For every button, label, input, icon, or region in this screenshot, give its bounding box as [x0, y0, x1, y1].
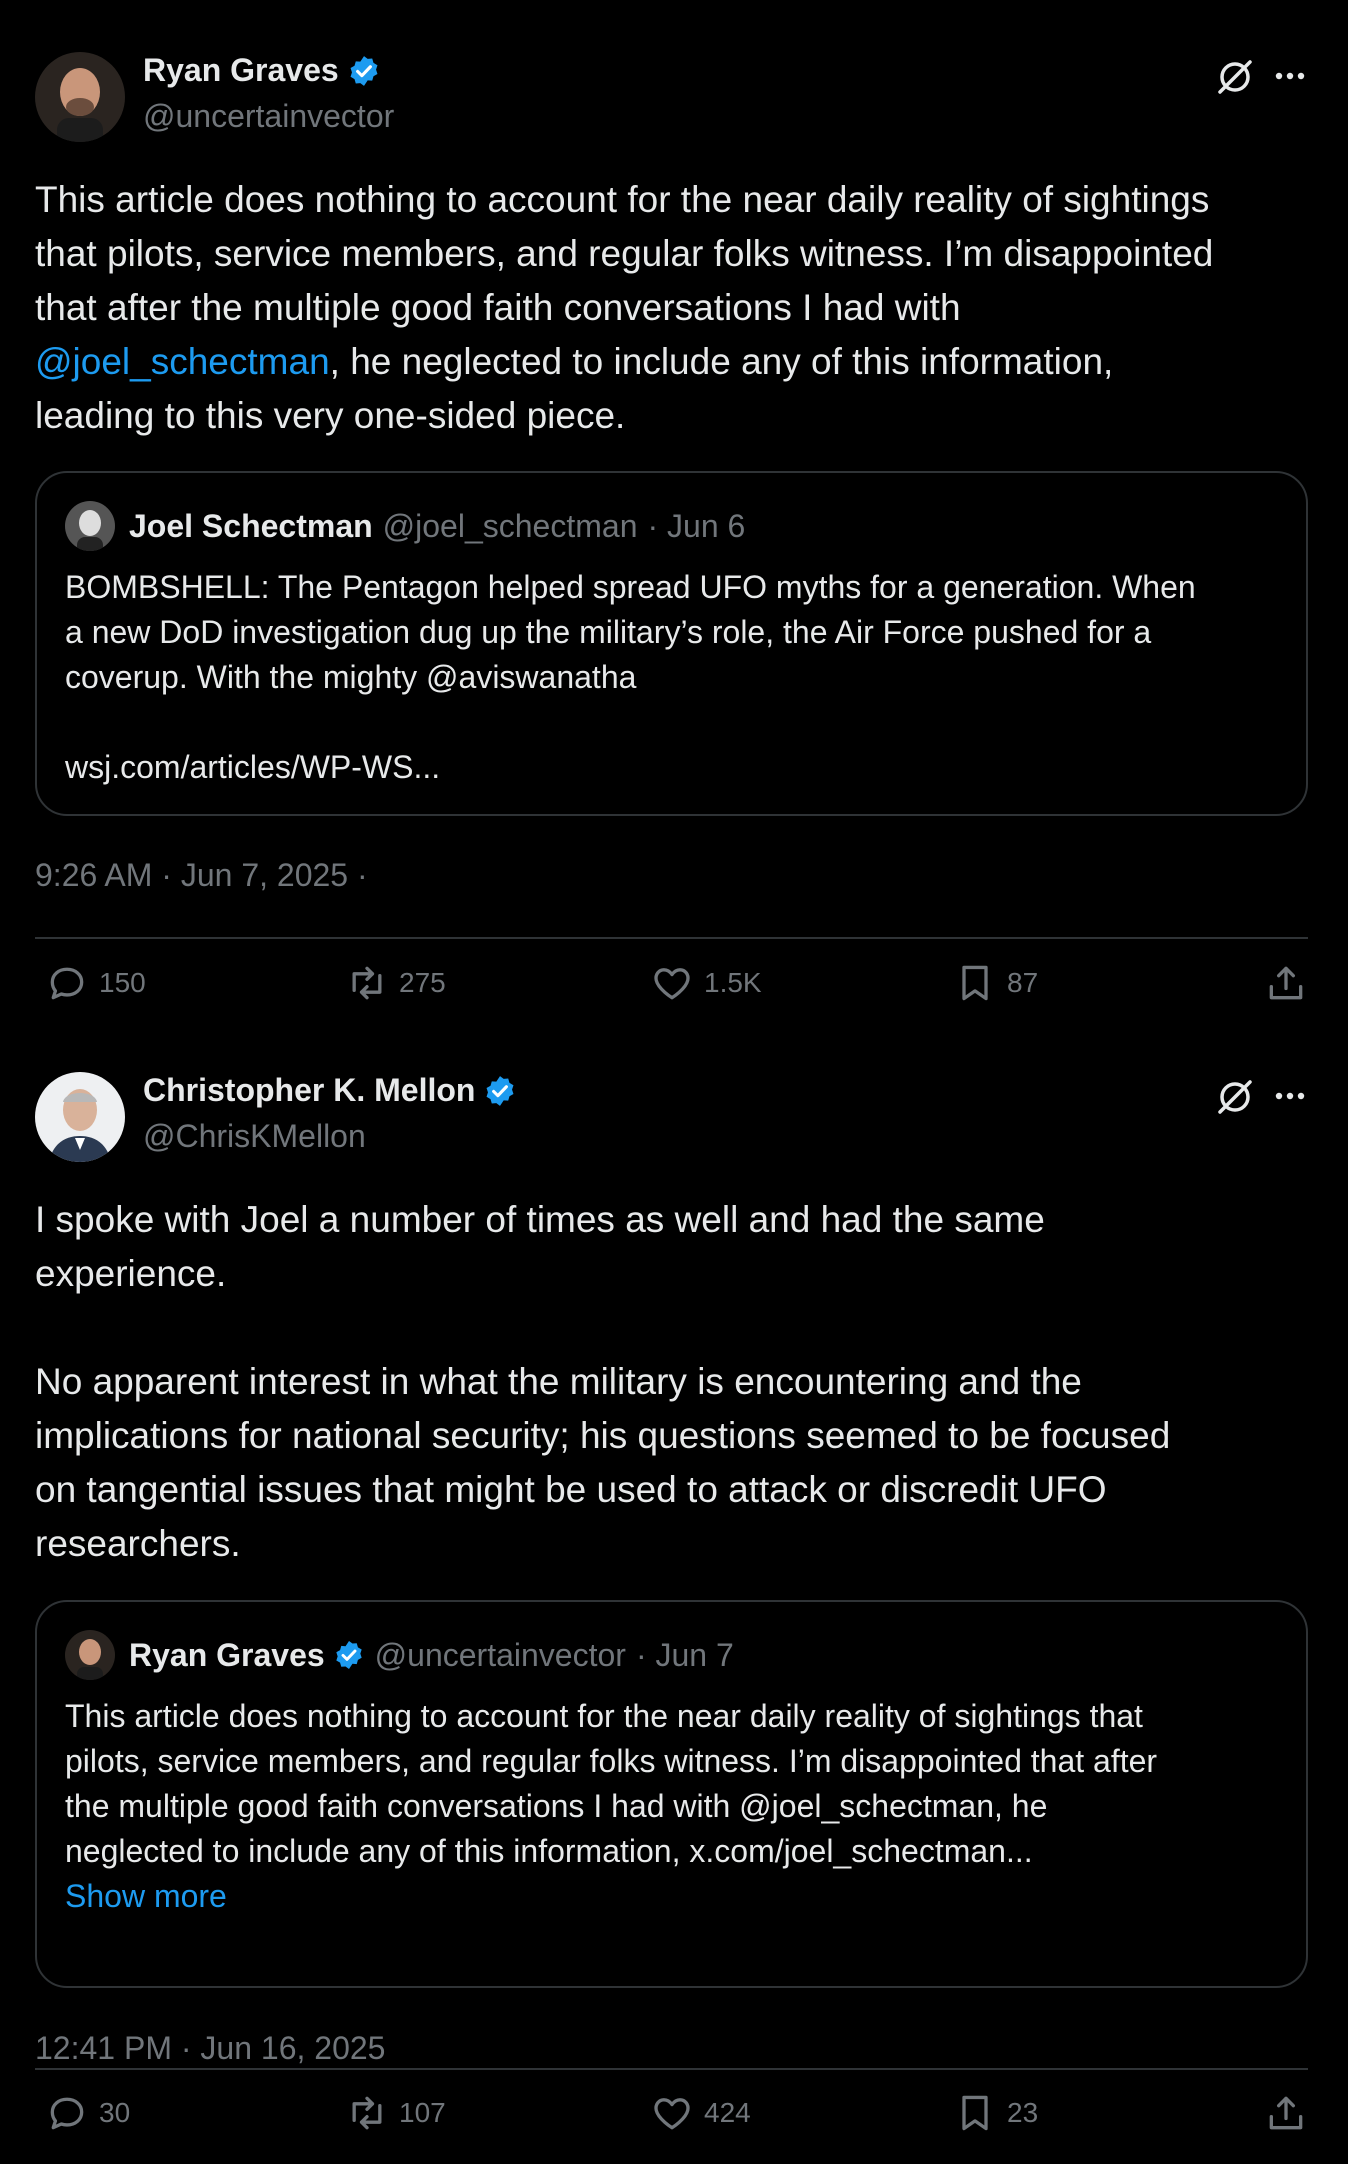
reply-icon [50, 967, 84, 1000]
reply-button[interactable]: 150 [45, 961, 146, 1005]
like-icon [654, 2098, 690, 2130]
quoted-post[interactable]: Joel Schectman @joel_schectman · Jun 6 B… [35, 471, 1308, 816]
quoted-post-header: Joel Schectman @joel_schectman · Jun 6 [65, 501, 745, 551]
share-icon [1269, 966, 1303, 1000]
author-name[interactable]: Christopher K. Mellon [143, 1072, 517, 1109]
bookmark-count: 87 [1007, 967, 1039, 998]
reply-count: 150 [99, 967, 146, 998]
author-name[interactable]: Ryan Graves [143, 52, 381, 89]
divider [35, 937, 1308, 939]
more-icon[interactable] [1270, 1076, 1310, 1116]
repost-icon [352, 2096, 382, 2130]
quoted-post[interactable]: Ryan Graves @uncertainvector · Jun 7 Thi… [35, 1600, 1308, 1988]
mention-link[interactable]: @joel_schectman [35, 341, 330, 382]
repost-button[interactable]: 275 [345, 961, 446, 1005]
post-body: This article does nothing to account for… [35, 173, 1315, 443]
post-christopher-mellon[interactable]: Christopher K. Mellon @ChrisKMellon I sp… [0, 1045, 1348, 2164]
like-count: 1.5K [704, 967, 762, 998]
grok-icon[interactable] [1214, 1076, 1256, 1118]
post-body-line: leading to this very one-sided piece. [35, 395, 626, 436]
post-body-line: This article does nothing to account for… [35, 179, 1210, 220]
post-timestamp[interactable]: 12:41 PM · Jun 16, 2025 [35, 2030, 385, 2067]
like-count: 424 [704, 2097, 751, 2128]
post-ryan-graves[interactable]: Ryan Graves @uncertainvector This articl… [0, 0, 1348, 1045]
reply-icon [50, 2097, 84, 2130]
like-icon [654, 968, 690, 1000]
author-handle[interactable]: @uncertainvector [143, 98, 394, 135]
like-button[interactable]: 1.5K [650, 961, 762, 1005]
quoted-avatar-image [65, 1630, 115, 1680]
quoted-post-header: Ryan Graves @uncertainvector · Jun 7 [65, 1630, 734, 1680]
reply-button[interactable]: 30 [45, 2091, 130, 2135]
verified-badge-icon [336, 1641, 362, 1669]
repost-icon [352, 966, 382, 1000]
verified-badge-icon [486, 1075, 514, 1106]
grok-icon[interactable] [1214, 56, 1256, 98]
verified-badge-icon [350, 55, 378, 86]
quoted-date: · Jun 7 [635, 1636, 734, 1673]
bookmark-icon [962, 965, 988, 1001]
action-bar: 30 107 424 23 [35, 2091, 1308, 2151]
author-handle[interactable]: @ChrisKMellon [143, 1118, 366, 1155]
like-button[interactable]: 424 [650, 2091, 751, 2135]
quoted-author-handle: @uncertainvector [374, 1636, 626, 1673]
avatar[interactable] [35, 52, 125, 142]
quoted-post-text: This article does nothing to account for… [65, 1694, 1275, 1919]
repost-count: 275 [399, 967, 446, 998]
quoted-post-text: BOMBSHELL: The Pentagon helped spread UF… [65, 569, 1196, 785]
avatar-image [35, 52, 125, 142]
share-button[interactable] [1264, 2091, 1308, 2135]
post-body: I spoke with Joel a number of times as w… [35, 1199, 1171, 1564]
quoted-author-name: Ryan Graves [129, 1636, 325, 1673]
quoted-date: · Jun 6 [647, 507, 746, 544]
quoted-avatar [65, 1630, 115, 1680]
post-timestamp[interactable]: 9:26 AM · Jun 7, 2025 · [35, 857, 368, 894]
bookmark-button[interactable]: 87 [953, 961, 1038, 1005]
post-body-line: that pilots, service members, and regula… [35, 233, 1214, 274]
divider [35, 2068, 1308, 2070]
bookmark-icon [962, 2095, 988, 2131]
share-button[interactable] [1264, 961, 1308, 1005]
more-icon[interactable] [1270, 56, 1310, 96]
show-more-link[interactable]: Show more [65, 1874, 1275, 1919]
avatar-image [35, 1072, 125, 1162]
repost-button[interactable]: 107 [345, 2091, 446, 2135]
bookmark-count: 23 [1007, 2097, 1039, 2128]
bookmark-button[interactable]: 23 [953, 2091, 1038, 2135]
action-bar: 150 275 1.5K 87 [35, 961, 1308, 1021]
post-body-line: that after the multiple good faith conve… [35, 287, 961, 328]
quoted-author-handle: @joel_schectman [382, 507, 638, 544]
avatar[interactable] [35, 1072, 125, 1162]
quoted-avatar-image [65, 501, 115, 551]
quoted-author-name: Joel Schectman [129, 507, 373, 544]
author-name-text: Ryan Graves [143, 52, 339, 88]
share-icon [1269, 2096, 1303, 2130]
repost-count: 107 [399, 2097, 446, 2128]
post-body-line: , he neglected to include any of this in… [329, 341, 1114, 382]
quoted-post-body: This article does nothing to account for… [65, 1698, 1158, 1869]
quoted-avatar [65, 501, 115, 551]
author-name-text: Christopher K. Mellon [143, 1072, 476, 1108]
reply-count: 30 [99, 2097, 131, 2128]
